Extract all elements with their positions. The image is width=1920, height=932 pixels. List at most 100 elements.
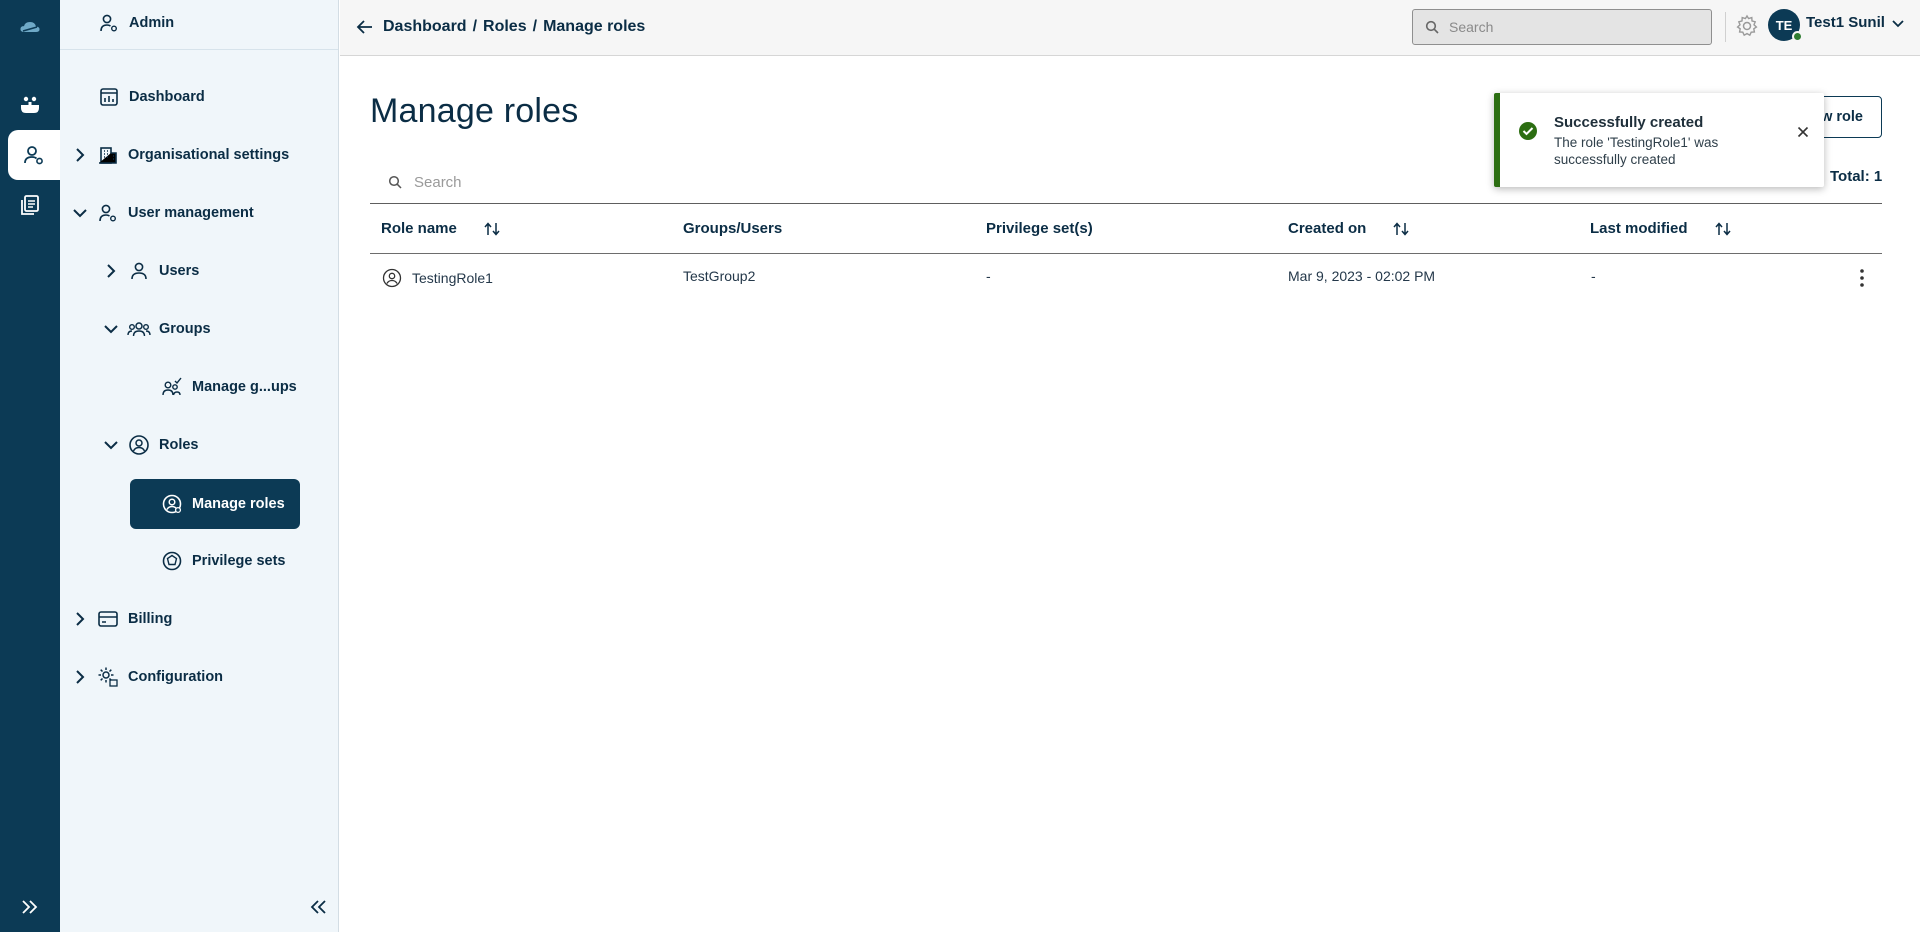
sidebar-item-label: Roles: [159, 437, 199, 453]
arrow-left-icon: [356, 20, 372, 34]
sidebar-header: Admin: [60, 0, 338, 50]
sidebar-item-label: Privilege sets: [192, 553, 286, 569]
sidebar-item-label: Dashboard: [129, 89, 205, 105]
toast-title: Successfully created: [1554, 114, 1704, 131]
double-chevron-right-icon[interactable]: [0, 882, 60, 932]
sidebar-item-users[interactable]: Users: [101, 248, 199, 294]
building-icon: [96, 143, 120, 167]
table-search-input[interactable]: [414, 173, 1314, 191]
sidebar-item-label: Manage roles: [192, 496, 285, 512]
sidebar-item-label: Configuration: [128, 669, 224, 685]
user-gear-icon: [96, 201, 120, 225]
sidebar-item-label: Groups: [159, 321, 211, 337]
cloud-logo-icon[interactable]: [0, 2, 60, 52]
column-label: Last modified: [1590, 220, 1688, 237]
user-menu-chevron-down-icon[interactable]: [1892, 15, 1904, 33]
chevron-right-icon: [70, 612, 90, 626]
sidebar-item-organisational-settings[interactable]: Organisational settings: [70, 132, 289, 178]
sidebar-item-privilege-sets[interactable]: Privilege sets: [160, 538, 286, 584]
cell-privilege-sets: -: [986, 268, 991, 284]
sidebar-item-label: Organisational settings: [128, 147, 290, 163]
sidebar-item-billing[interactable]: Billing: [70, 596, 172, 642]
column-last-modified[interactable]: Last modified: [1590, 220, 1732, 237]
breadcrumb-separator: /: [472, 18, 478, 35]
sidebar-item-roles[interactable]: Roles: [101, 422, 199, 468]
close-icon: [1797, 126, 1809, 138]
sidebar-item-manage-groups[interactable]: Manage g...ups: [160, 364, 297, 410]
column-label: Groups/Users: [683, 220, 783, 237]
sidebar-item-label: User management: [128, 205, 254, 221]
double-chevron-left-icon: [310, 900, 326, 914]
sort-icon[interactable]: [1392, 221, 1410, 236]
success-toast: Successfully created The role 'TestingRo…: [1494, 93, 1824, 187]
manage-groups-icon: [160, 375, 184, 399]
sidebar-admin[interactable]: Admin: [97, 0, 174, 46]
column-privilege-sets: Privilege set(s): [986, 220, 1093, 237]
sidebar-item-label: Users: [159, 263, 200, 279]
sidebar-admin-label: Admin: [129, 15, 175, 31]
chevron-right-icon: [101, 264, 121, 278]
chevron-down-icon: [101, 324, 121, 334]
cell-groups-users: TestGroup2: [683, 268, 756, 284]
cell-created-on: Mar 9, 2023 - 02:02 PM: [1288, 268, 1436, 284]
sidebar-item-label: Manage g...ups: [192, 379, 297, 395]
global-search-input[interactable]: [1449, 19, 1689, 35]
sidebar-item-groups[interactable]: Groups: [101, 306, 211, 352]
documents-icon[interactable]: [0, 180, 60, 230]
app-rail: [0, 0, 60, 932]
breadcrumb-dashboard[interactable]: Dashboard: [383, 18, 467, 36]
chevron-right-icon: [70, 670, 90, 684]
chevron-right-icon: [70, 148, 90, 162]
breadcrumb-separator: /: [532, 18, 538, 35]
column-label: Created on: [1288, 220, 1367, 237]
check-circle-icon: [1519, 122, 1537, 140]
sidebar-item-label: Billing: [128, 611, 173, 627]
column-created-on[interactable]: Created on: [1288, 220, 1410, 237]
top-bar: Dashboard / Roles / Manage roles TE Test…: [340, 0, 1920, 56]
sort-icon[interactable]: [1714, 221, 1732, 236]
chevron-down-icon: [70, 208, 90, 218]
user-icon: [127, 259, 151, 283]
back-button[interactable]: [354, 16, 376, 38]
user-gear-icon: [97, 11, 121, 35]
group-icon: [127, 317, 151, 341]
table-header: Role name Groups/Users Privilege set(s) …: [370, 205, 1882, 253]
breadcrumb: Dashboard / Roles / Manage roles: [383, 18, 645, 36]
page-title: Manage roles: [370, 92, 579, 130]
kebab-menu-icon: [1860, 269, 1864, 287]
breadcrumb-roles[interactable]: Roles: [483, 18, 527, 36]
sidebar: Admin Dashboard Organisational settings …: [60, 0, 339, 932]
chevron-down-icon: [101, 440, 121, 450]
row-actions-button[interactable]: [1850, 264, 1874, 292]
search-icon: [388, 175, 402, 189]
cell-role-name: TestingRole1: [382, 268, 493, 288]
column-role-name[interactable]: Role name: [381, 220, 501, 237]
column-groups-users: Groups/Users: [683, 220, 782, 237]
role-icon: [127, 433, 151, 457]
role-name-text[interactable]: TestingRole1: [412, 270, 493, 286]
table-search[interactable]: [370, 160, 1480, 204]
global-search[interactable]: [1412, 9, 1712, 45]
toast-message: The role 'TestingRole1' was successfully…: [1554, 135, 1719, 167]
toast-close-button[interactable]: [1792, 121, 1814, 143]
settings-button[interactable]: [1733, 12, 1761, 40]
role-icon: [382, 268, 402, 288]
user-admin-icon[interactable]: [8, 130, 60, 180]
apps-icon[interactable]: [0, 80, 60, 130]
sidebar-item-dashboard[interactable]: Dashboard: [97, 74, 205, 120]
sidebar-item-configuration[interactable]: Configuration: [70, 654, 223, 700]
sidebar-item-manage-roles[interactable]: Manage roles: [130, 479, 300, 529]
configuration-icon: [96, 665, 120, 689]
table-row[interactable]: TestingRole1 TestGroup2 - Mar 9, 2023 - …: [370, 254, 1882, 302]
collapse-sidebar-button[interactable]: [303, 895, 333, 919]
table-divider: [370, 203, 1882, 204]
search-icon: [1425, 20, 1439, 34]
cell-last-modified: -: [1591, 268, 1596, 284]
privilege-sets-icon: [160, 549, 184, 573]
column-label: Privilege set(s): [986, 220, 1093, 237]
user-name[interactable]: Test1 Sunil: [1806, 14, 1885, 31]
breadcrumb-manage-roles: Manage roles: [543, 18, 646, 35]
sort-icon[interactable]: [483, 221, 501, 236]
topbar-divider: [1725, 12, 1726, 42]
sidebar-item-user-management[interactable]: User management: [70, 190, 254, 236]
